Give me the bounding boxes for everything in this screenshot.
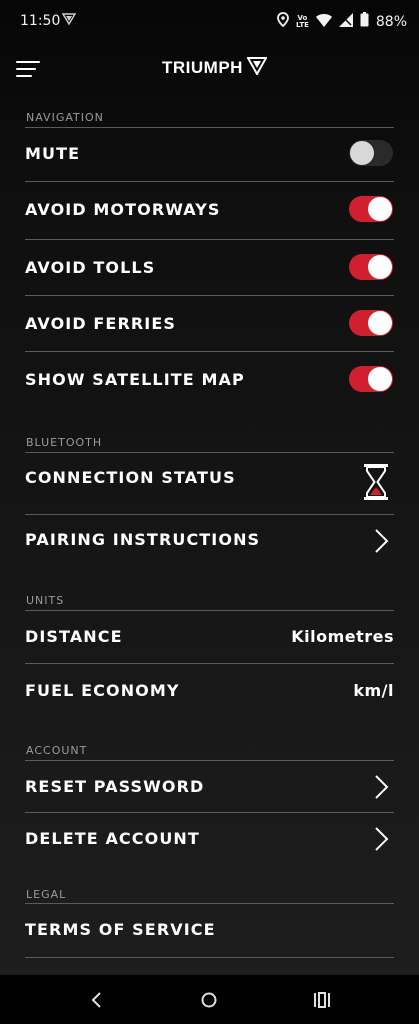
distance-value: Kilometres: [291, 627, 394, 646]
chevron-right-icon: [373, 528, 391, 554]
brand-name: TRIUMPH: [162, 58, 243, 77]
triumph-shield-icon: [246, 57, 268, 79]
row-label: RESET PASSWORD: [25, 777, 205, 796]
divider: [25, 760, 394, 761]
divider: [25, 127, 394, 128]
recents-icon[interactable]: [310, 989, 334, 1011]
volte-bottom-text: LTE: [296, 20, 309, 29]
divider: [25, 957, 394, 958]
divider: [25, 514, 394, 515]
battery-icon: [360, 12, 369, 31]
battery-percent: 88%: [375, 13, 407, 30]
chevron-right-icon: [373, 826, 391, 852]
app-header: TRIUMPH: [0, 44, 419, 100]
divider: [25, 610, 394, 611]
divider: [25, 903, 394, 904]
status-time: 11:50: [20, 13, 61, 29]
divider: [25, 181, 394, 182]
divider: [25, 663, 394, 664]
divider: [25, 239, 394, 240]
section-header-navigation: NAVIGATION: [26, 111, 104, 124]
mute-toggle[interactable]: [349, 140, 393, 166]
toggle-knob: [350, 141, 374, 165]
avoid-motorways-toggle[interactable]: [349, 196, 393, 222]
hourglass-icon: [361, 463, 391, 501]
section-header-units: UNITS: [26, 594, 65, 607]
divider: [25, 812, 394, 813]
row-label: AVOID MOTORWAYS: [25, 200, 221, 219]
signal-icon: [338, 12, 353, 31]
row-label: PAIRING INSTRUCTIONS: [25, 530, 261, 549]
divider: [25, 295, 394, 296]
triumph-app-icon: [61, 13, 77, 29]
row-label: AVOID TOLLS: [25, 258, 156, 277]
row-label: DISTANCE: [25, 627, 123, 646]
triumph-logo: TRIUMPH: [162, 56, 268, 80]
row-label: DELETE ACCOUNT: [25, 829, 200, 848]
divider: [25, 351, 394, 352]
fuel-economy-value: km/l: [353, 681, 394, 700]
status-bar: 11:50 Vo LTE 88%: [0, 0, 419, 44]
row-label: TERMS OF SERVICE: [25, 920, 216, 939]
chevron-right-icon: [373, 774, 391, 800]
toggle-knob: [368, 311, 392, 335]
toggle-knob: [368, 367, 392, 391]
divider: [25, 452, 394, 453]
row-label: AVOID FERRIES: [25, 314, 177, 333]
settings-screen: 11:50 Vo LTE 88% TRIUMPH NAVIGATION MUTE…: [0, 0, 419, 1024]
toggle-knob: [368, 255, 392, 279]
avoid-ferries-toggle[interactable]: [349, 310, 393, 336]
section-header-account: ACCOUNT: [26, 744, 88, 757]
toggle-knob: [368, 197, 392, 221]
wifi-icon: [315, 13, 332, 31]
hamburger-menu-icon[interactable]: [16, 60, 42, 80]
back-icon[interactable]: [85, 989, 109, 1011]
volte-icon: Vo LTE: [296, 14, 309, 29]
status-icons: Vo LTE 88%: [277, 12, 407, 31]
show-satellite-map-toggle[interactable]: [349, 366, 393, 392]
row-label: FUEL ECONOMY: [25, 681, 180, 700]
section-header-legal: LEGAL: [26, 888, 67, 901]
system-nav-bar: [0, 975, 419, 1024]
section-header-bluetooth: BLUETOOTH: [26, 436, 103, 449]
row-label: CONNECTION STATUS: [25, 468, 236, 487]
location-icon: [277, 12, 289, 31]
row-label: SHOW SATELLITE MAP: [25, 370, 245, 389]
avoid-tolls-toggle[interactable]: [349, 254, 393, 280]
home-icon[interactable]: [197, 989, 221, 1011]
row-label: MUTE: [25, 144, 81, 163]
